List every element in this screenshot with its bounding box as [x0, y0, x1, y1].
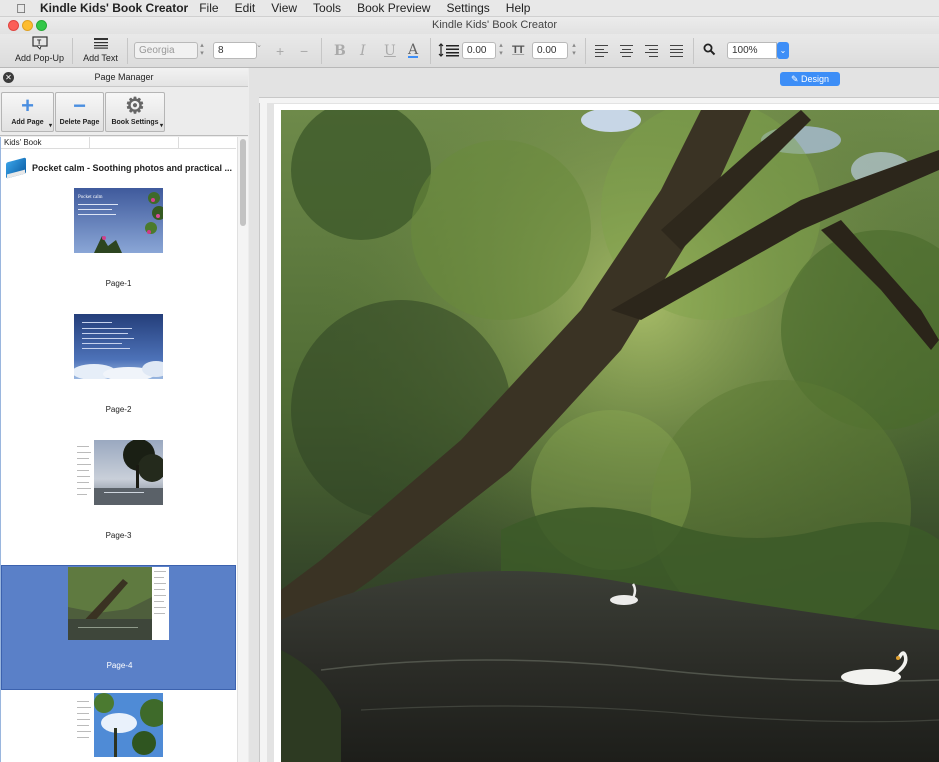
book-icon: [4, 157, 28, 179]
page-list-column-header: Kids' Book: [1, 137, 236, 149]
gear-icon: ⚙: [125, 93, 145, 118]
align-center-icon[interactable]: [620, 45, 633, 57]
svg-text:T: T: [37, 40, 42, 47]
column-divider: [178, 137, 179, 149]
text-block-icon: [78, 36, 123, 53]
menu-file[interactable]: File: [199, 1, 218, 15]
book-settings-dropdown-icon[interactable]: ▾: [160, 122, 163, 129]
page-manager-header: ✕ Page Manager: [0, 68, 248, 87]
toolbar-separator: [72, 38, 73, 64]
design-tab[interactable]: ✎ Design: [780, 72, 840, 86]
page-item-2[interactable]: Page-2: [1, 314, 236, 439]
close-panel-icon[interactable]: ✕: [3, 72, 14, 83]
zoom-field[interactable]: 100%: [727, 42, 777, 59]
line-spacing-icon: [438, 43, 460, 59]
font-family-dropdown-arrow[interactable]: ▴ ▾: [198, 42, 206, 59]
menu-help[interactable]: Help: [506, 1, 531, 15]
column-divider: [89, 137, 90, 149]
increase-size-icon[interactable]: +: [276, 44, 284, 58]
page-3-label: Page-3: [105, 531, 132, 540]
horizontal-ruler: [259, 97, 939, 103]
add-page-button[interactable]: + Add Page ▾: [1, 92, 54, 132]
add-popup-label: Add Pop-Up: [14, 53, 65, 63]
toolbar-separator: [127, 38, 128, 64]
page-manager-toolbar: + Add Page ▾ − Delete Page ⚙ Book Settin…: [0, 88, 248, 136]
line-spacing-field[interactable]: 0.00: [462, 42, 496, 59]
toolbar: T Add Pop-Up Add Text Georgia ▴ ▾ 8 ⌄ + −…: [0, 34, 939, 68]
page-list-scroll-thumb[interactable]: [240, 139, 246, 226]
page-item-4[interactable]: Page-4: [1, 565, 236, 690]
vertical-ruler: [259, 103, 267, 762]
page-4-thumbnail: [68, 567, 169, 640]
window-titlebar: Kindle Kids' Book Creator: [0, 17, 939, 34]
font-family-select[interactable]: Georgia: [134, 42, 198, 59]
align-right-icon[interactable]: [645, 45, 658, 57]
menu-bar:  Kindle Kids' Book Creator File Edit Vi…: [0, 0, 939, 17]
page-2-thumbnail: [74, 314, 163, 379]
add-page-label: Add Page: [11, 119, 44, 126]
page-3-thumbnail: [74, 440, 163, 505]
add-text-label: Add Text: [83, 53, 118, 63]
page-item-3[interactable]: Page-3: [1, 440, 236, 565]
delete-page-label: Delete Page: [59, 119, 100, 126]
char-spacing-stepper[interactable]: ▴ ▾: [570, 42, 578, 59]
menu-book-preview[interactable]: Book Preview: [357, 1, 430, 15]
page-list-scrollbar[interactable]: [237, 137, 248, 762]
toolbar-separator: [321, 38, 322, 64]
page-photo[interactable]: [281, 110, 939, 762]
book-settings-button[interactable]: ⚙ Book Settings ▾: [105, 92, 165, 132]
page-1-label: Page-1: [105, 279, 132, 288]
text-color-icon[interactable]: A: [408, 43, 419, 58]
design-tab-label: Design: [801, 74, 830, 84]
page-item-5[interactable]: [1, 693, 236, 762]
add-text-button[interactable]: Add Text: [78, 36, 123, 63]
decrease-size-icon[interactable]: −: [300, 44, 308, 58]
delete-page-button[interactable]: − Delete Page: [55, 92, 104, 132]
book-title: Pocket calm - Soothing photos and practi…: [32, 163, 233, 173]
menu-edit[interactable]: Edit: [235, 1, 256, 15]
app-menu[interactable]: Kindle Kids' Book Creator: [40, 1, 188, 15]
page-manager-title: Page Manager: [94, 72, 154, 82]
apple-menu-icon[interactable]: : [10, 1, 32, 16]
bold-icon[interactable]: B: [334, 44, 346, 58]
page-5-thumbnail: [74, 693, 163, 757]
menu-view[interactable]: View: [271, 1, 297, 15]
font-size-field[interactable]: 8: [213, 42, 257, 59]
underline-icon[interactable]: U: [384, 44, 396, 58]
toolbar-separator: [693, 38, 694, 64]
popup-icon: T: [12, 36, 67, 53]
align-justify-icon[interactable]: [670, 45, 683, 57]
zoom-dropdown-button[interactable]: ⌄: [777, 42, 789, 59]
char-spacing-field[interactable]: 0.00: [532, 42, 568, 59]
menu-settings[interactable]: Settings: [446, 1, 489, 15]
page-list: Kids' Book Pocket calm - Soothing photos…: [0, 137, 248, 762]
plus-icon: +: [21, 93, 34, 118]
page-item-1[interactable]: Pocket calm Page-1: [1, 188, 236, 313]
book-settings-label: Book Settings: [111, 119, 159, 126]
window-title: Kindle Kids' Book Creator: [432, 19, 557, 31]
page-1-thumb-title: Pocket calm: [78, 195, 103, 200]
italic-icon[interactable]: I: [360, 44, 366, 58]
char-spacing-icon: T̲T̲: [512, 44, 524, 56]
align-left-icon[interactable]: [595, 45, 608, 57]
zoom-magnifier-icon: [703, 43, 716, 58]
book-root-item[interactable]: Pocket calm - Soothing photos and practi…: [4, 156, 236, 180]
page-4-label: Page-4: [106, 661, 133, 670]
page-1-thumbnail: Pocket calm: [74, 188, 163, 253]
column-header-label: Kids' Book: [4, 138, 42, 147]
toolbar-separator: [430, 38, 431, 64]
minus-icon: −: [73, 93, 86, 118]
page-2-label: Page-2: [105, 405, 132, 414]
line-spacing-stepper[interactable]: ▴ ▾: [497, 42, 505, 59]
add-popup-button[interactable]: T Add Pop-Up: [12, 36, 67, 63]
font-size-dropdown-arrow[interactable]: ⌄: [255, 42, 263, 59]
add-page-dropdown-icon[interactable]: ▾: [49, 122, 52, 129]
toolbar-separator: [585, 38, 586, 64]
menu-tools[interactable]: Tools: [313, 1, 341, 15]
